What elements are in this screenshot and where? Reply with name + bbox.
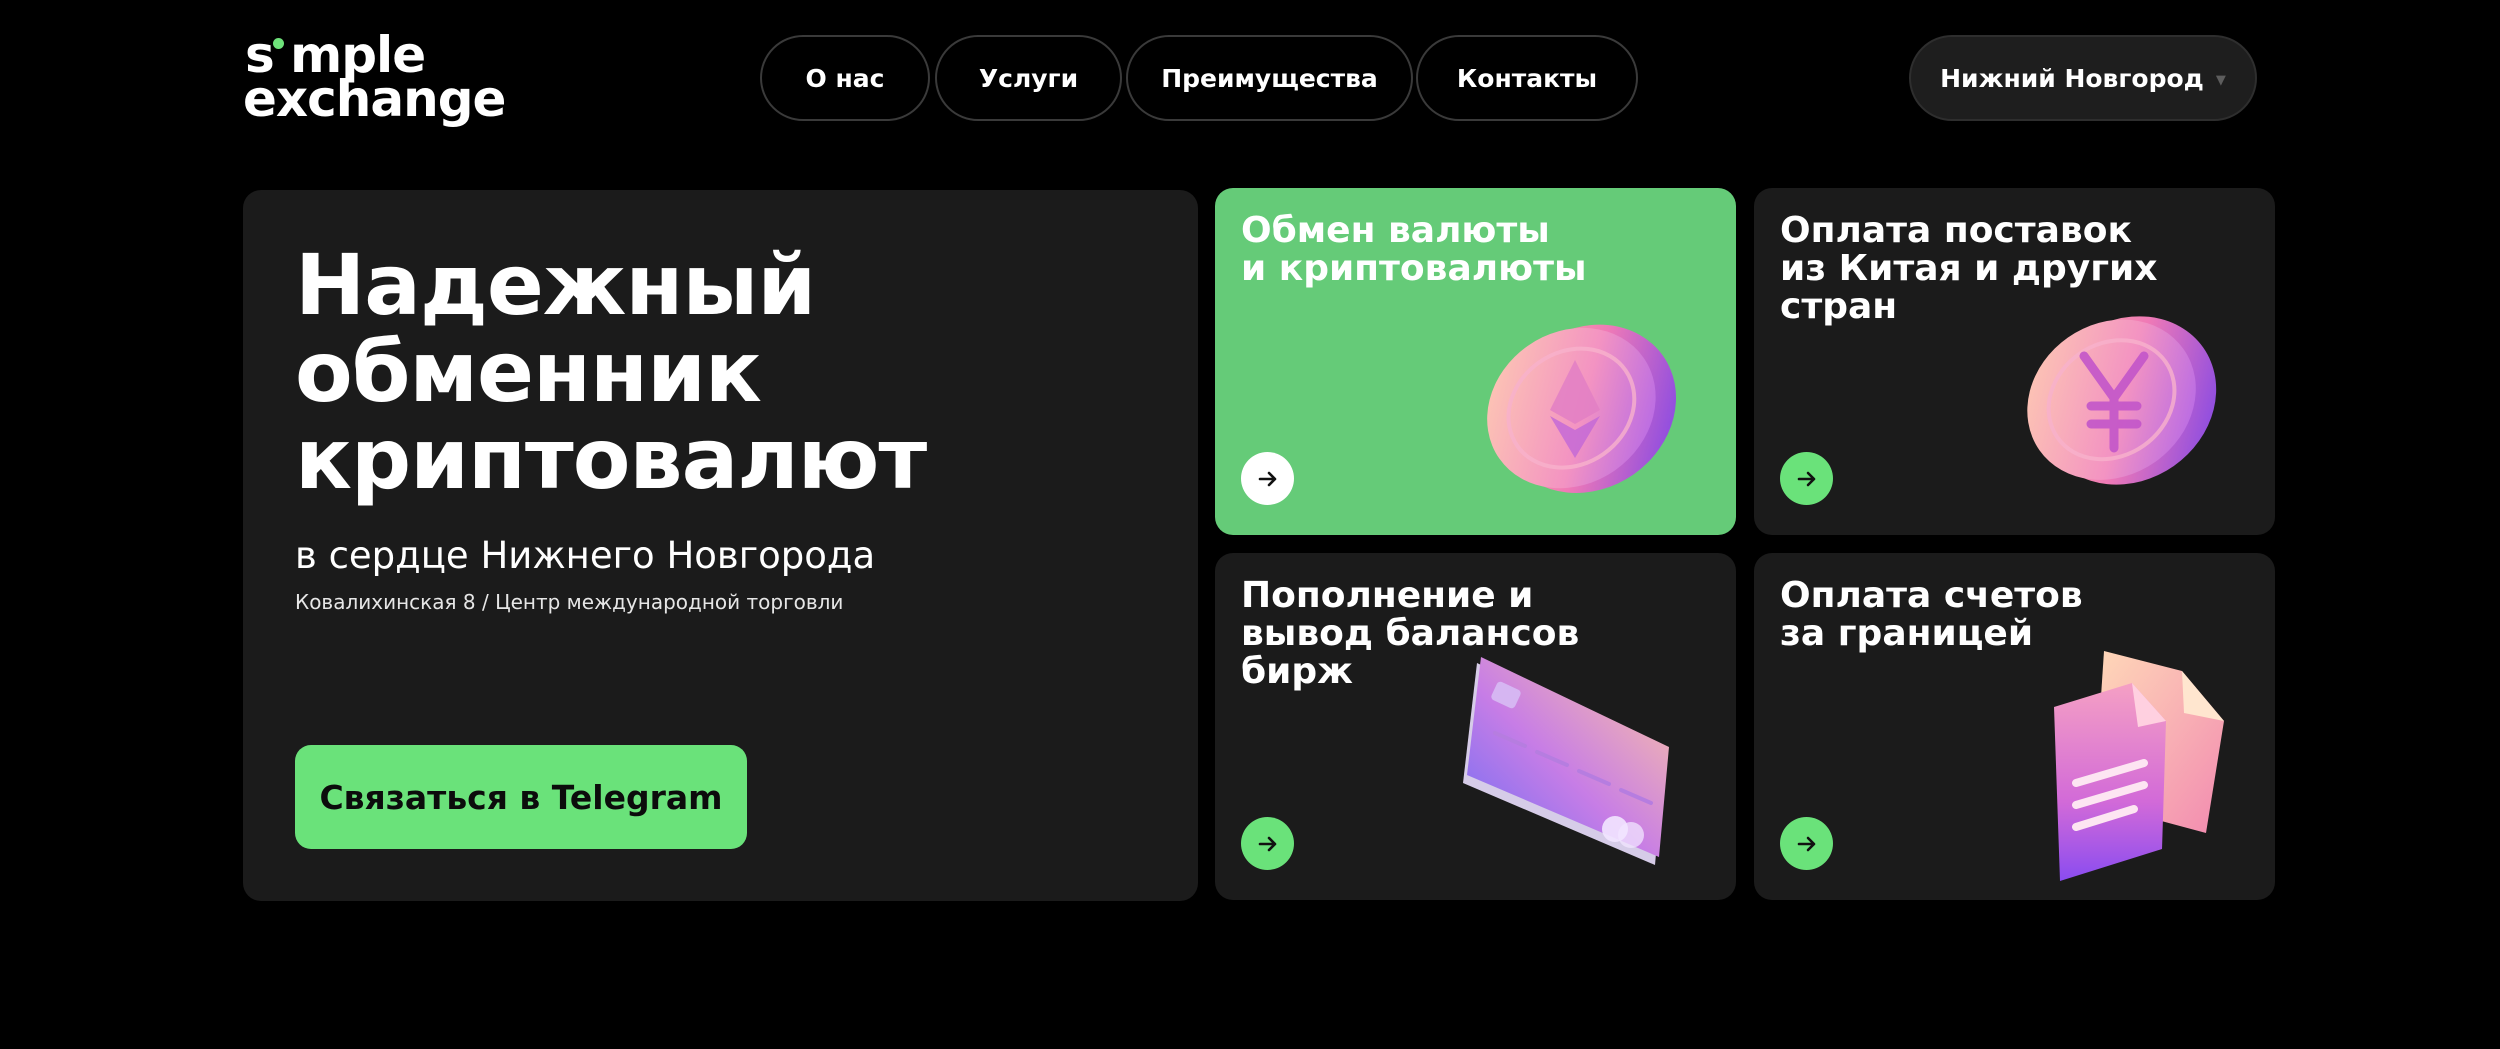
service-card-title: Оплата поставок из Китая и других стран [1780, 210, 2158, 327]
hero-title: Надежный обменник криптовалют [295, 236, 927, 508]
service-card-china-payments[interactable]: Оплата поставок из Китая и других стран [1754, 188, 2275, 535]
hero-address: Ковалихинская 8 / Центр международной то… [295, 590, 844, 614]
service-card-title: Оплата счетов за границей [1780, 575, 2083, 654]
arrow-right-icon[interactable] [1241, 817, 1294, 870]
service-card-title: Пополнение и вывод балансов бирж [1241, 575, 1580, 692]
documents-icon [2054, 651, 2224, 881]
hero-card: Надежный обменник криптовалют в сердце Н… [243, 190, 1198, 901]
city-label: Нижний Новгород [1940, 63, 2204, 93]
nav-item-services[interactable]: Услуги [935, 35, 1122, 121]
telegram-contact-button[interactable]: Связаться в Telegram [295, 745, 747, 849]
service-card-title: Обмен валюты и криптовалюты [1241, 210, 1587, 289]
service-card-exchange-balances[interactable]: Пополнение и вывод балансов бирж [1215, 553, 1736, 900]
city-selector[interactable]: Нижний Новгород ▼ [1909, 35, 2257, 121]
arrow-right-icon[interactable] [1241, 452, 1294, 505]
service-card-invoices-abroad[interactable]: Оплата счетов за границей [1754, 553, 2275, 900]
ethereum-coin-icon [1487, 324, 1677, 493]
nav-item-contacts[interactable]: Контакты [1416, 35, 1638, 121]
logo[interactable]: s mple exchange [243, 30, 506, 125]
logo-dot [273, 38, 284, 49]
nav-item-advantages[interactable]: Преимущества [1126, 35, 1413, 121]
hero-subtitle: в сердце Нижнего Новгорода [295, 534, 876, 577]
service-card-exchange[interactable]: Обмен валюты и криптовалюты [1215, 188, 1736, 535]
chevron-down-icon: ▼ [2215, 72, 2226, 88]
nav-item-about[interactable]: О нас [760, 35, 930, 121]
arrow-right-icon[interactable] [1780, 817, 1833, 870]
arrow-right-icon[interactable] [1780, 452, 1833, 505]
logo-line-exchange: exchange [243, 70, 506, 128]
